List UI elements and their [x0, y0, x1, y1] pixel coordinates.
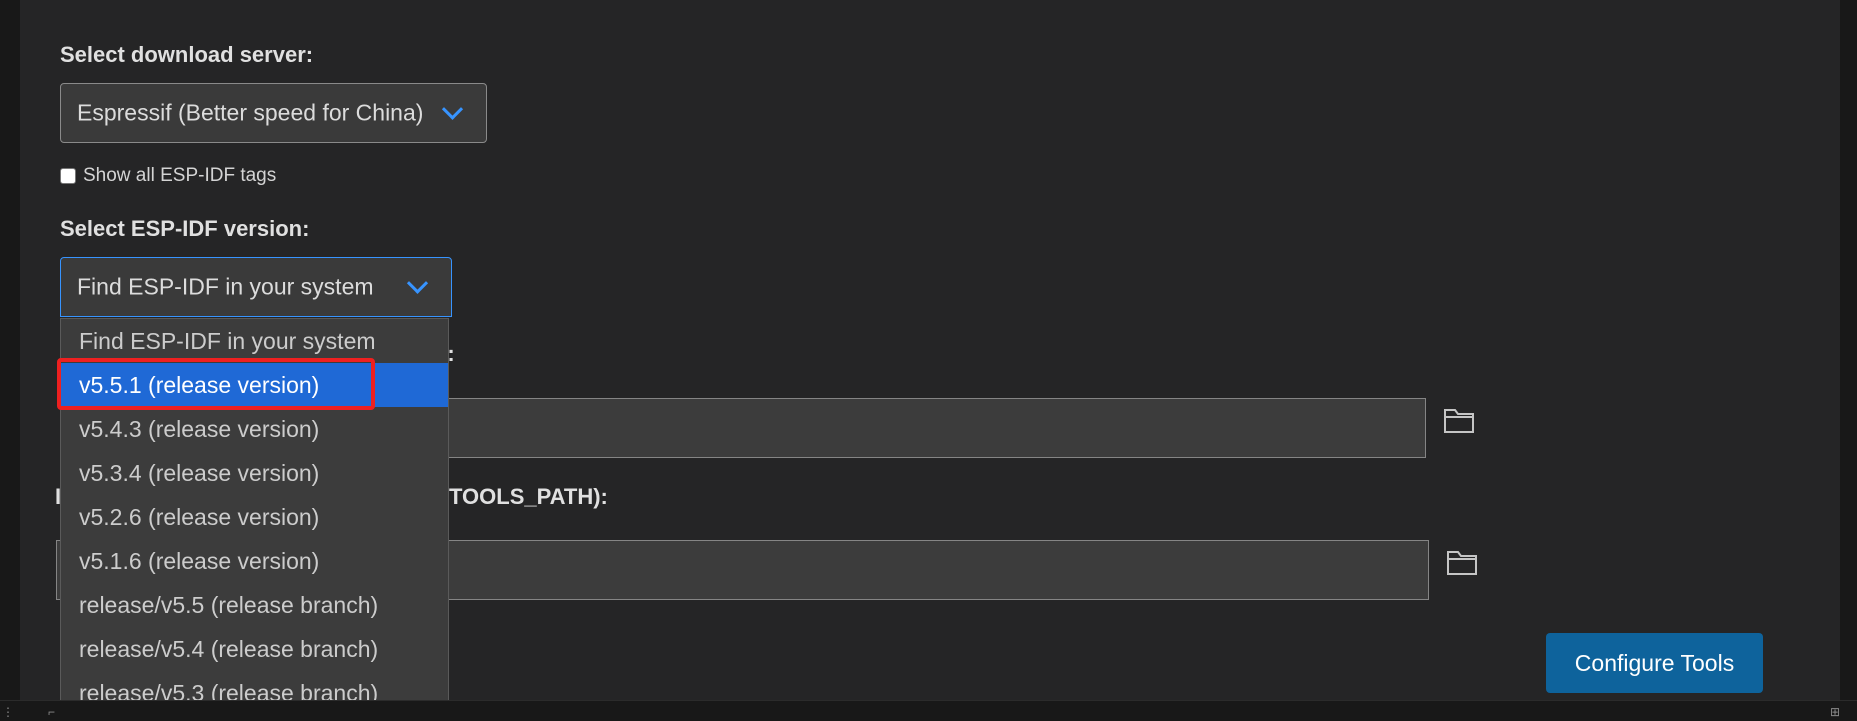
folder-icon[interactable] — [1446, 548, 1478, 576]
show-all-tags-row[interactable]: Show all ESP-IDF tags — [60, 163, 276, 189]
download-server-heading: Select download server: — [60, 42, 314, 67]
dropdown-option-selected[interactable]: v5.5.1 (release version) — [61, 363, 448, 407]
dropdown-option[interactable]: release/v5.5 (release branch) — [61, 583, 448, 627]
configure-tools-button[interactable]: Configure Tools — [1546, 633, 1763, 693]
dropdown-option[interactable]: release/v5.4 (release branch) — [61, 627, 448, 671]
idf-version-value: Find ESP-IDF in your system — [77, 273, 374, 300]
dropdown-option[interactable]: v5.3.4 (release version) — [61, 451, 448, 495]
status-bar: ⋮ ⌐ ⊞ — [0, 700, 1857, 721]
folder-icon[interactable] — [1443, 406, 1475, 434]
chevron-down-icon — [441, 98, 464, 120]
show-all-tags-label: Show all ESP-IDF tags — [83, 165, 277, 186]
download-server-value: Espressif (Better speed for China) — [77, 99, 424, 126]
status-icon: ⋮ — [2, 705, 14, 719]
idf-version-select[interactable]: Find ESP-IDF in your system — [60, 257, 452, 317]
dropdown-option[interactable]: v5.4.3 (release version) — [61, 407, 448, 451]
idf-version-heading: Select ESP-IDF version: — [60, 216, 310, 241]
page: Select download server: Espressif (Bette… — [0, 0, 1857, 721]
chevron-down-icon — [406, 272, 429, 294]
layout-icon[interactable]: ⊞ — [1830, 705, 1840, 719]
show-all-tags-checkbox[interactable] — [60, 168, 76, 184]
status-icon: ⌐ — [48, 705, 56, 719]
dropdown-option[interactable]: v5.2.6 (release version) — [61, 495, 448, 539]
idf-version-dropdown: Find ESP-IDF in your system v5.5.1 (rele… — [60, 318, 449, 720]
download-server-select[interactable]: Espressif (Better speed for China) — [60, 83, 487, 143]
dropdown-option[interactable]: v5.1.6 (release version) — [61, 539, 448, 583]
dropdown-option[interactable]: Find ESP-IDF in your system — [61, 319, 448, 363]
tools-path-label: TOOLS_PATH): — [449, 484, 608, 509]
